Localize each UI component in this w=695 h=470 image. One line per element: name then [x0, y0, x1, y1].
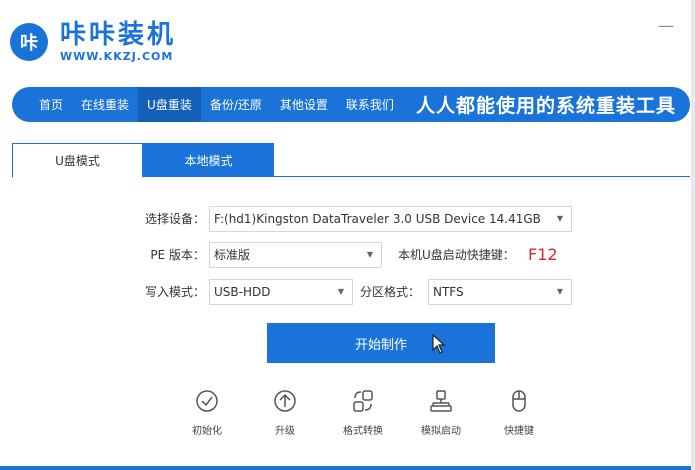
- hotkey-label: 本机U盘启动快捷键：: [398, 248, 515, 262]
- device-label: 选择设备：: [144, 212, 205, 226]
- app-url: WWW.KKZJ.COM: [60, 50, 174, 63]
- mouse-icon: [512, 390, 526, 412]
- partition-format-select[interactable]: NTFS ▼: [428, 279, 572, 305]
- tool-format-convert[interactable]: 格式转换: [324, 388, 402, 437]
- tool-format-convert-label: 格式转换: [343, 426, 383, 437]
- tool-hotkey[interactable]: 快捷键: [480, 388, 558, 437]
- chevron-down-icon: ▼: [337, 287, 344, 296]
- tab-usb-mode[interactable]: U盘模式: [12, 143, 143, 178]
- slogan: 人人都能使用的系统重装工具: [415, 95, 676, 117]
- pe-version-label: PE 版本：: [150, 248, 205, 262]
- chevron-down-icon: ▼: [556, 287, 563, 296]
- tool-initialize[interactable]: 初始化: [168, 388, 246, 437]
- pe-version-value: 标准版: [214, 248, 251, 262]
- tool-hotkey-label: 快捷键: [504, 426, 534, 437]
- tool-bar: 初始化 升级 格式转换 模拟启动 快捷键: [168, 388, 558, 437]
- write-mode-label: 写入模式：: [144, 285, 205, 299]
- nav-item-online-reinstall[interactable]: 在线重装: [72, 87, 138, 122]
- nav-items: 首页 在线重装 U盘重装 备份/还原 其他设置 联系我们: [12, 87, 403, 122]
- nav-item-usb-reinstall[interactable]: U盘重装: [138, 87, 201, 122]
- mouse-cursor-icon: [432, 334, 446, 354]
- tab-local-mode[interactable]: 本地模式: [143, 143, 274, 177]
- tool-upgrade-label: 升级: [275, 426, 295, 437]
- arrow-up-circle-icon: [274, 390, 296, 412]
- logo-badge: 咔: [10, 23, 48, 61]
- logo-text: 咔咔装机 WWW.KKZJ.COM: [60, 20, 176, 64]
- tool-initialize-label: 初始化: [192, 426, 222, 437]
- nav-item-contact-us[interactable]: 联系我们: [337, 87, 403, 122]
- check-circle-icon: [196, 390, 218, 412]
- tool-simulate-boot-label: 模拟启动: [421, 426, 461, 437]
- partition-format-label: 分区格式：: [360, 285, 421, 299]
- format-convert-icon: [353, 390, 373, 412]
- app-logo: 咔 咔咔装机 WWW.KKZJ.COM: [10, 20, 176, 64]
- app-title: 咔咔装机: [60, 20, 177, 50]
- nav-item-other-settings[interactable]: 其他设置: [271, 87, 337, 122]
- device-select[interactable]: F:(hd1)Kingston DataTraveler 3.0 USB Dev…: [209, 206, 572, 232]
- device-select-value: F:(hd1)Kingston DataTraveler 3.0 USB Dev…: [214, 212, 541, 226]
- chevron-down-icon: ▼: [366, 250, 373, 259]
- main-navbar: 首页 在线重装 U盘重装 备份/还原 其他设置 联系我们 人人都能使用的系统重装…: [12, 87, 690, 122]
- nav-item-home[interactable]: 首页: [30, 87, 72, 122]
- nav-item-backup-restore[interactable]: 备份/还原: [201, 87, 271, 122]
- mode-tabs: U盘模式 本地模式: [12, 143, 690, 178]
- partition-format-value: NTFS: [433, 285, 464, 299]
- write-mode-value: USB-HDD: [214, 285, 271, 299]
- window-scrollbar[interactable]: [691, 0, 695, 470]
- minimize-button[interactable]: —: [655, 18, 677, 34]
- chevron-down-icon: ▼: [556, 214, 563, 223]
- start-button[interactable]: 开始制作: [267, 323, 495, 363]
- write-mode-select[interactable]: USB-HDD ▼: [209, 279, 353, 305]
- simulate-boot-icon: [430, 390, 452, 412]
- bottom-border: [0, 466, 695, 470]
- tool-simulate-boot[interactable]: 模拟启动: [402, 388, 480, 437]
- tool-upgrade[interactable]: 升级: [246, 388, 324, 437]
- pe-version-select[interactable]: 标准版 ▼: [209, 242, 382, 268]
- hotkey-value: F12: [528, 245, 558, 264]
